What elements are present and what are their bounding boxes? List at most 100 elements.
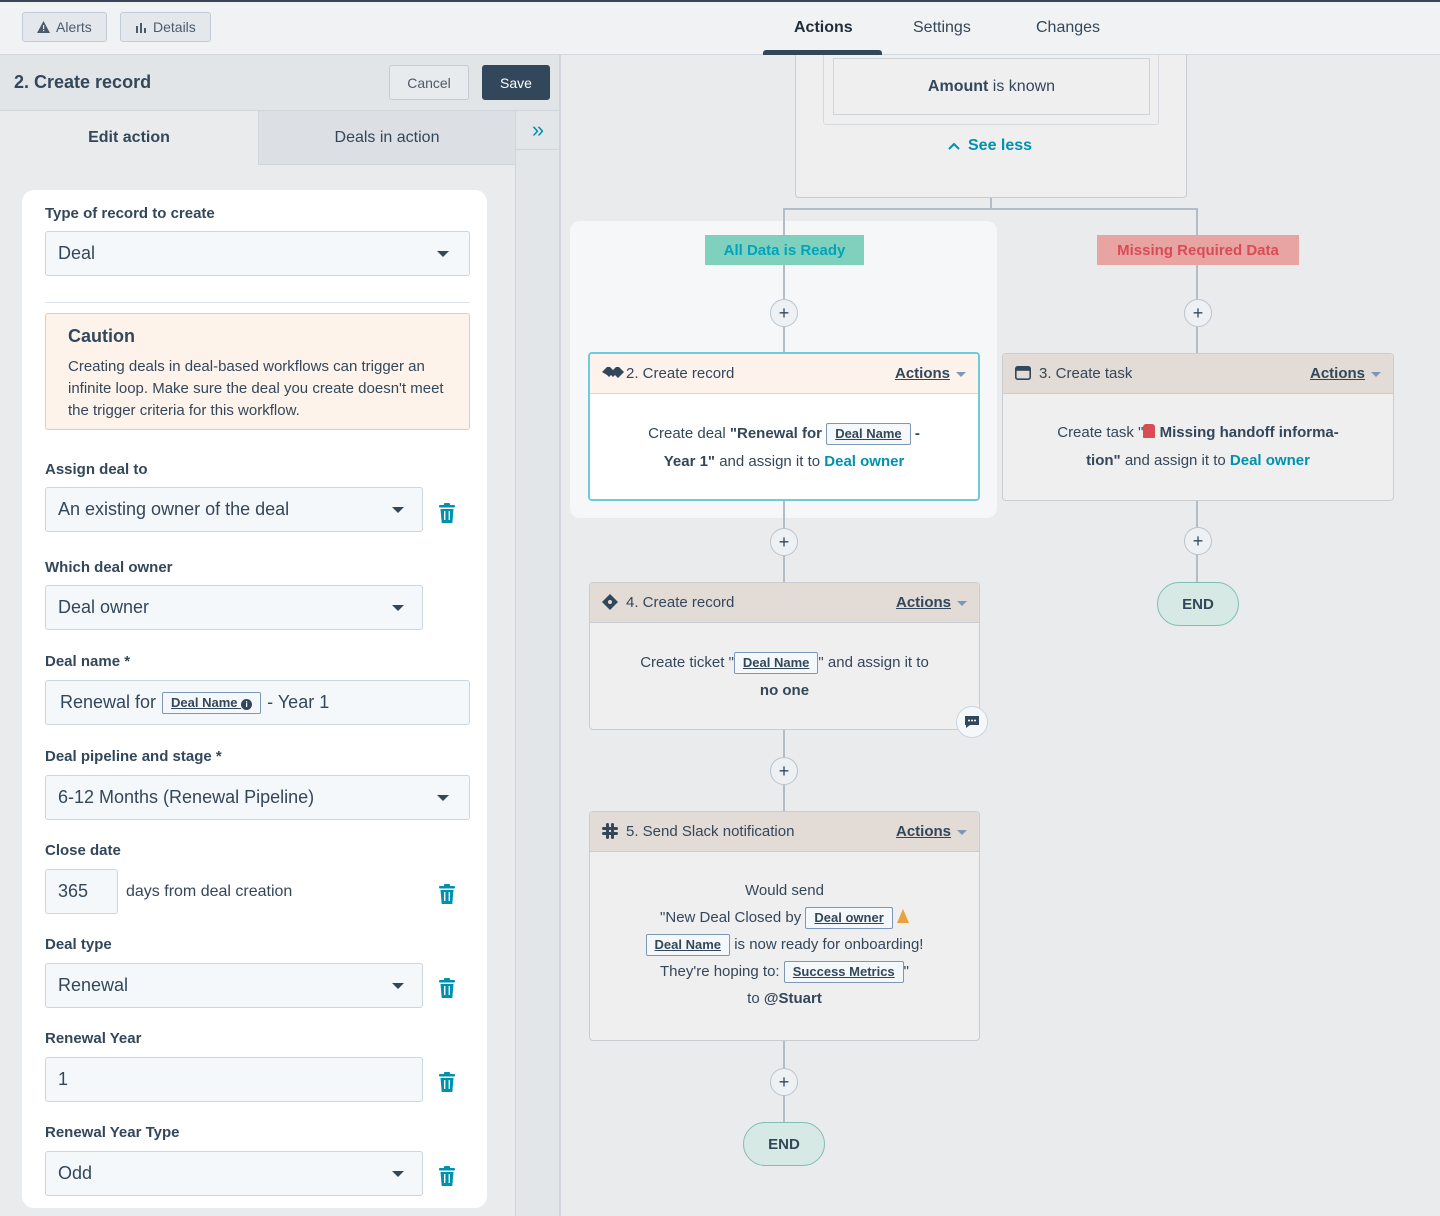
deal-owner-token[interactable]: Deal owner <box>805 907 893 930</box>
action-card-create-task-3[interactable]: 3. Create task Actions Create task " Mis… <box>1002 353 1394 501</box>
deal-type-select[interactable]: Renewal <box>45 963 423 1008</box>
trash-icon[interactable] <box>439 978 455 998</box>
record-type-select[interactable]: Deal <box>45 231 470 276</box>
actions-menu[interactable]: Actions <box>896 823 951 840</box>
branch-label-ready[interactable]: All Data is Ready <box>705 235 864 265</box>
trash-icon[interactable] <box>439 884 455 904</box>
pipeline-label: Deal pipeline and stage * <box>45 748 222 765</box>
body-bold: Year 1" <box>663 453 716 470</box>
body-text: Create task " <box>1057 424 1144 441</box>
deal-owner-link[interactable]: Deal owner <box>1230 452 1310 469</box>
caution-text: Creating deals in deal-based workflows c… <box>68 358 444 419</box>
collapse-panel-button[interactable]: » <box>515 111 560 150</box>
chevron-down-icon <box>392 507 404 513</box>
add-action-button[interactable]: + <box>770 299 798 327</box>
success-metrics-token[interactable]: Success Metrics <box>783 961 904 984</box>
body-text: to <box>747 990 764 1007</box>
trash-icon[interactable] <box>439 503 455 523</box>
record-type-value: Deal <box>58 243 96 263</box>
close-date-value: 365 <box>58 881 89 901</box>
details-label: Details <box>153 19 196 35</box>
actions-menu[interactable]: Actions <box>1310 365 1365 382</box>
body-text: Create ticket " <box>640 654 734 671</box>
card-title: 2. Create record <box>626 365 735 382</box>
tab-actions[interactable]: Actions <box>794 0 853 55</box>
action-card-slack-notification-5[interactable]: 5. Send Slack notification Actions Would… <box>589 811 980 1041</box>
caret-down-icon <box>957 601 967 606</box>
body-text: "New Deal Closed by <box>660 909 802 926</box>
alerts-button[interactable]: Alerts <box>22 12 107 42</box>
body-text: and assign it to <box>715 453 825 470</box>
renewal-year-value: 1 <box>58 1069 69 1089</box>
body-text: Create deal <box>648 425 730 442</box>
close-date-input[interactable]: 365 <box>45 869 118 914</box>
deal-type-value: Renewal <box>58 975 129 995</box>
deal-name-token[interactable]: Deal Name <box>733 652 819 675</box>
add-action-button[interactable]: + <box>1184 299 1212 327</box>
trash-icon[interactable] <box>439 1072 455 1092</box>
deal-name-token[interactable]: Deal Name i <box>162 691 262 714</box>
body-bold: - <box>910 425 920 442</box>
which-owner-select[interactable]: Deal owner <box>45 585 423 630</box>
see-less-label: See less <box>968 137 1033 154</box>
cancel-button[interactable]: Cancel <box>389 65 469 100</box>
renewal-year-input[interactable]: 1 <box>45 1057 423 1102</box>
slack-icon <box>602 823 618 839</box>
actions-menu[interactable]: Actions <box>895 365 950 382</box>
branch-label-missing[interactable]: Missing Required Data <box>1097 235 1299 265</box>
body-text: " <box>903 963 909 980</box>
card-body: Would send "New Deal Closed by Deal owne… <box>590 877 979 1012</box>
deal-name-token[interactable]: Deal Name <box>826 423 911 446</box>
renewal-year-label: Renewal Year <box>45 1030 142 1047</box>
tab-deals-in-action[interactable]: Deals in action <box>258 111 515 165</box>
body-text: Would send <box>745 882 824 899</box>
body-bold: tion" <box>1086 452 1121 469</box>
comment-icon <box>965 716 979 728</box>
panel-header: 2. Create record <box>0 55 560 111</box>
double-chevron-right-icon: » <box>531 117 545 142</box>
add-action-button[interactable]: + <box>1184 527 1212 555</box>
panel-title: 2. Create record <box>14 72 152 92</box>
details-button[interactable]: Details <box>120 12 211 42</box>
action-card-create-record-2[interactable]: 2. Create record Actions Create deal "Re… <box>588 352 980 501</box>
info-icon: i <box>241 698 253 710</box>
save-button[interactable]: Save <box>482 65 550 100</box>
card-header: 2. Create record Actions <box>590 354 978 394</box>
body-text: " and assign it to <box>818 654 929 671</box>
party-popper-icon <box>896 909 909 923</box>
which-owner-label: Which deal owner <box>45 559 173 576</box>
caution-alert: Caution Creating deals in deal-based wor… <box>45 313 470 430</box>
deal-name-token[interactable]: Deal Name <box>645 934 731 957</box>
action-card-create-record-4[interactable]: 4. Create record Actions Create ticket "… <box>589 582 980 730</box>
body-bold: @Stuart <box>763 990 822 1007</box>
add-action-button[interactable]: + <box>770 757 798 785</box>
add-action-button[interactable]: + <box>770 1068 798 1096</box>
bar-chart-icon <box>136 23 146 33</box>
assign-deal-value: An existing owner of the deal <box>58 499 290 519</box>
body-text: is now ready for onboarding! <box>734 936 924 953</box>
actions-menu[interactable]: Actions <box>896 594 951 611</box>
deal-owner-link[interactable]: Deal owner <box>824 453 904 470</box>
assign-deal-select[interactable]: An existing owner of the deal <box>45 487 423 532</box>
comment-button[interactable] <box>956 706 988 738</box>
see-less-link[interactable]: See less <box>948 137 1032 155</box>
end-node: END <box>743 1122 825 1166</box>
close-date-label: Close date <box>45 842 121 859</box>
renewal-year-type-select[interactable]: Odd <box>45 1151 423 1196</box>
assign-deal-label: Assign deal to <box>45 461 148 478</box>
card-title: 3. Create task <box>1039 365 1133 382</box>
tab-edit-action[interactable]: Edit action <box>0 111 258 165</box>
deal-name-token-label: Deal Name <box>171 694 238 710</box>
trash-icon[interactable] <box>439 1166 455 1186</box>
tab-settings[interactable]: Settings <box>913 0 971 55</box>
deal-name-input[interactable]: Renewal for Deal Name i - Year 1 <box>45 680 470 725</box>
tab-changes[interactable]: Changes <box>1036 0 1100 55</box>
siren-icon <box>1143 424 1156 438</box>
add-action-button[interactable]: + <box>770 528 798 556</box>
deal-name-prefix: Renewal for <box>60 692 157 712</box>
pipeline-select[interactable]: 6-12 Months (Renewal Pipeline) <box>45 775 470 820</box>
pipeline-value: 6-12 Months (Renewal Pipeline) <box>58 787 315 807</box>
condition-property: Amount <box>927 77 989 95</box>
caution-title: Caution <box>68 326 135 346</box>
ticket-icon <box>602 594 618 610</box>
